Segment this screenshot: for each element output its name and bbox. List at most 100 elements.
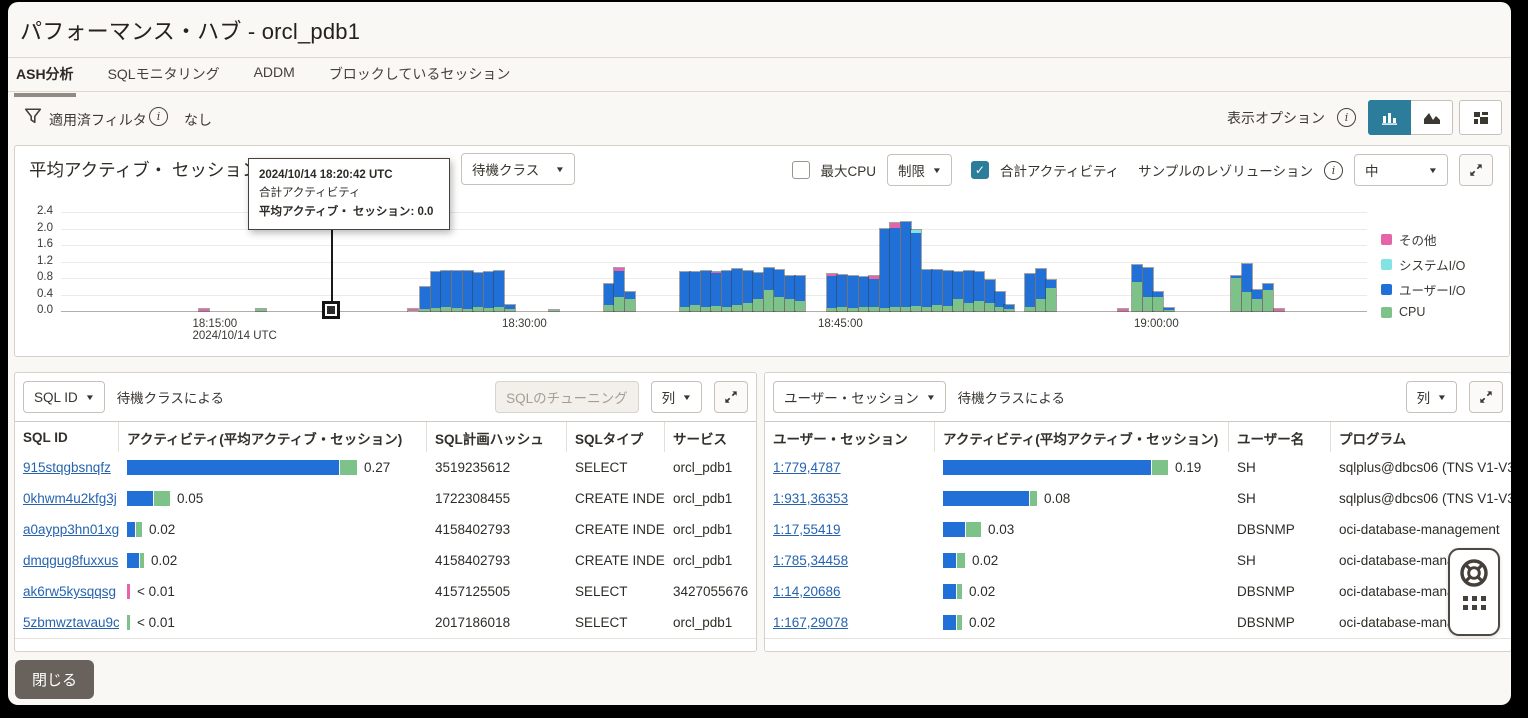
chart-bar[interactable]	[859, 277, 869, 311]
session-dimension-dropdown[interactable]: ユーザー・セッション▼	[773, 381, 946, 413]
chart-bar[interactable]	[974, 272, 984, 311]
selected-point-marker[interactable]	[322, 301, 340, 319]
session-link[interactable]: 1:785,34458	[773, 553, 848, 568]
chart-bar[interactable]	[890, 223, 900, 311]
sql-expand-button[interactable]	[714, 381, 748, 413]
view-area-chart-button[interactable]	[1411, 100, 1453, 135]
wait-class-dropdown[interactable]: 待機クラス▼	[461, 153, 575, 185]
chart-bar[interactable]	[701, 271, 711, 311]
chart-bar[interactable]	[1242, 264, 1252, 311]
view-tile-button[interactable]	[1459, 100, 1502, 135]
sql-id-link[interactable]: 915stqgbsnqfz	[23, 460, 111, 475]
sql-id-link-cell: ak6rw5kysqqsg	[15, 584, 119, 599]
chart-bar[interactable]	[614, 268, 624, 311]
chart-bar[interactable]	[1164, 308, 1174, 311]
session-link[interactable]: 1:931,36353	[773, 491, 848, 506]
chart-bar[interactable]	[452, 271, 462, 311]
help-widget[interactable]	[1448, 548, 1500, 636]
chart-bar[interactable]	[473, 273, 483, 311]
resolution-dropdown[interactable]: 中▼	[1354, 154, 1448, 186]
chart-bar[interactable]	[463, 271, 473, 311]
applied-filter-info-icon[interactable]: i	[149, 107, 168, 126]
chart-bar[interactable]	[1252, 290, 1262, 311]
user_io-segment	[1242, 264, 1252, 293]
chart-bar[interactable]	[1004, 305, 1014, 311]
chart-bar[interactable]	[1263, 284, 1273, 311]
tab-3[interactable]: ブロックしているセッション	[327, 60, 513, 93]
view-bar-chart-button[interactable]	[1368, 100, 1411, 135]
chart-bar[interactable]	[1274, 309, 1284, 311]
session-expand-button[interactable]	[1469, 381, 1503, 413]
chart-bar[interactable]	[431, 272, 441, 311]
sample-resolution-info-icon[interactable]: i	[1324, 161, 1343, 180]
chevron-down-icon: ▼	[932, 166, 942, 175]
chart-bar[interactable]	[795, 276, 805, 311]
chart-bar[interactable]	[1231, 276, 1241, 311]
chart-bar[interactable]	[785, 276, 795, 311]
chart-bar[interactable]	[764, 268, 774, 311]
session-link[interactable]: 1:14,20686	[773, 584, 841, 599]
session-link[interactable]: 1:167,29078	[773, 615, 848, 630]
sql-dimension-dropdown[interactable]: SQL ID▼	[23, 381, 105, 413]
chart-bar[interactable]	[774, 270, 784, 311]
chart-bar[interactable]	[549, 310, 559, 311]
y-tick-label: 0.8	[17, 271, 53, 283]
chart-bar[interactable]	[1025, 274, 1035, 311]
chart-bar[interactable]	[985, 280, 995, 311]
drag-handle-dots[interactable]	[1463, 596, 1486, 610]
chart-bar[interactable]	[1036, 269, 1046, 311]
session-columns-button[interactable]: 列▼	[1406, 381, 1457, 413]
chart-bar[interactable]	[484, 272, 494, 311]
chart-bar[interactable]	[711, 272, 721, 311]
session-link[interactable]: 1:17,55419	[773, 522, 841, 537]
chart-expand-button[interactable]	[1459, 154, 1493, 186]
chart-bar[interactable]	[1118, 309, 1128, 311]
sql-id-link[interactable]: 0khwm4u2kfg3j	[23, 491, 117, 506]
chart-bar[interactable]	[953, 272, 963, 311]
chart-bar[interactable]	[732, 269, 742, 311]
chart-bar[interactable]	[441, 271, 451, 311]
chart-bar[interactable]	[869, 276, 879, 311]
chart-bar[interactable]	[911, 230, 921, 311]
chart-bar[interactable]	[494, 271, 504, 311]
chart-bar[interactable]	[848, 276, 858, 311]
chart-bar[interactable]	[943, 271, 953, 311]
chart-bar[interactable]	[753, 273, 763, 311]
cpu-segment	[785, 299, 795, 311]
limit-dropdown[interactable]: 制限▼	[887, 154, 952, 186]
sql-id-link[interactable]: 5zbmwztavau9c	[23, 615, 119, 630]
chart-bar[interactable]	[505, 305, 515, 311]
chart-bar[interactable]	[680, 272, 690, 311]
chart-bar[interactable]	[922, 270, 932, 311]
chart-bar[interactable]	[880, 229, 890, 312]
total-activity-checkbox[interactable]: ✓	[971, 161, 989, 179]
chart-bar[interactable]	[932, 270, 942, 311]
chart-bar[interactable]	[722, 271, 732, 311]
tab-2[interactable]: ADDM	[252, 60, 297, 89]
chart-bar[interactable]	[256, 309, 266, 311]
chart-bar[interactable]	[408, 309, 418, 311]
max-cpu-checkbox[interactable]	[792, 161, 810, 179]
chart-bar[interactable]	[1046, 280, 1056, 311]
tab-1[interactable]: SQLモニタリング	[106, 60, 222, 93]
chart-bar[interactable]	[604, 284, 614, 311]
chart-bar[interactable]	[199, 309, 209, 311]
close-button[interactable]: 閉じる	[15, 660, 94, 699]
chart-bar[interactable]	[964, 271, 974, 311]
sql-columns-button[interactable]: 列▼	[651, 381, 702, 413]
chart-bar[interactable]	[420, 287, 430, 311]
chart-bar[interactable]	[901, 222, 911, 311]
chart-bar[interactable]	[690, 272, 700, 311]
chart-bar[interactable]	[1153, 292, 1163, 311]
chart-bar[interactable]	[1143, 268, 1153, 311]
chart-bar[interactable]	[827, 274, 837, 311]
session-link[interactable]: 1:779,4787	[773, 460, 841, 475]
sql-id-link[interactable]: a0aypp3hn01xg	[23, 522, 119, 537]
chart-bar[interactable]	[1132, 265, 1142, 311]
sql-id-link[interactable]: dmqgug8fuxxus	[23, 553, 118, 568]
display-options-info-icon[interactable]: i	[1337, 108, 1356, 127]
sql-id-link[interactable]: ak6rw5kysqqsg	[23, 584, 116, 599]
chart-bar[interactable]	[743, 271, 753, 311]
chart-bar[interactable]	[837, 275, 847, 311]
chart-bar[interactable]	[625, 292, 635, 311]
